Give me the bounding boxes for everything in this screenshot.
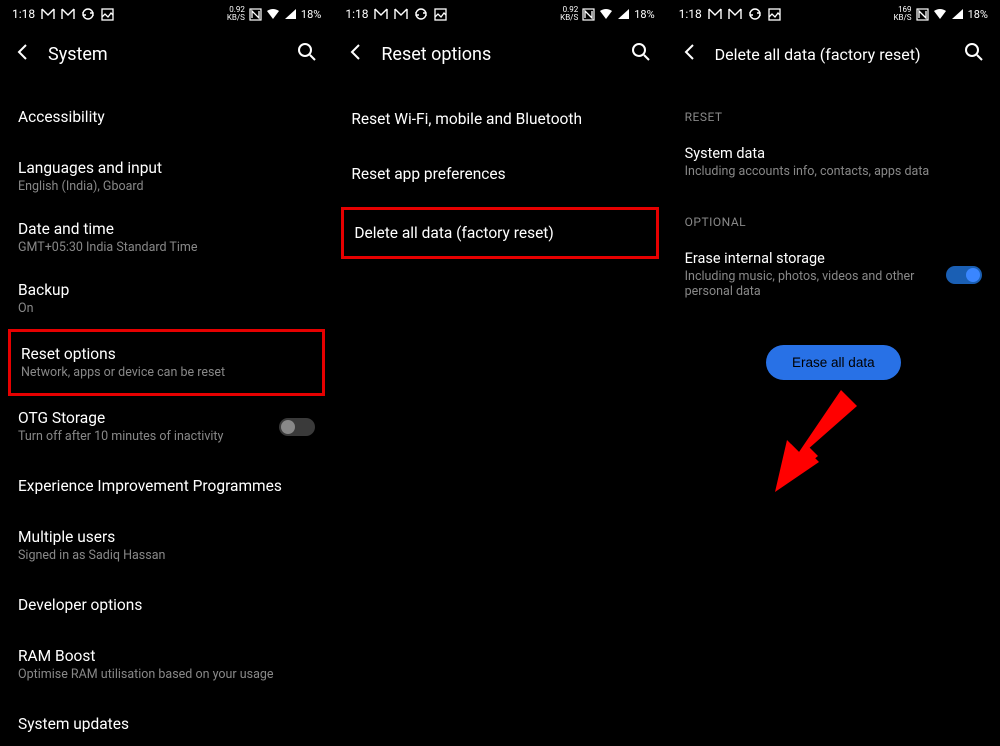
item-title: Multiple users bbox=[18, 528, 315, 546]
item-subtitle: Including music, photos, videos and othe… bbox=[685, 269, 935, 299]
gmail-icon bbox=[728, 8, 742, 20]
header: Reset options bbox=[333, 28, 666, 80]
item-title: Accessibility bbox=[18, 108, 315, 126]
item-system-updates[interactable]: System updates bbox=[18, 695, 315, 746]
gmail-icon bbox=[61, 8, 75, 20]
nfc-icon bbox=[916, 8, 929, 21]
wifi-icon bbox=[933, 8, 947, 20]
item-languages[interactable]: Languages and input English (India), Gbo… bbox=[18, 146, 315, 207]
page-title: Reset options bbox=[381, 44, 614, 65]
status-battery: 18% bbox=[301, 8, 321, 21]
wifi-icon bbox=[599, 8, 613, 20]
item-title: Erase internal storage bbox=[685, 250, 935, 267]
item-title: Reset options bbox=[21, 345, 312, 363]
search-icon[interactable] bbox=[964, 42, 984, 66]
erase-storage-toggle[interactable] bbox=[946, 266, 982, 284]
back-arrow-icon[interactable] bbox=[347, 43, 365, 65]
status-time: 1:18 bbox=[679, 7, 702, 21]
item-erase-storage[interactable]: Erase internal storage Including music, … bbox=[685, 237, 982, 305]
item-multiple-users[interactable]: Multiple users Signed in as Sadiq Hassan bbox=[18, 515, 315, 576]
item-developer[interactable]: Developer options bbox=[18, 576, 315, 634]
item-factory-reset[interactable]: Delete all data (factory reset) bbox=[341, 207, 658, 259]
item-title: Delete all data (factory reset) bbox=[354, 224, 645, 242]
signal-icon bbox=[617, 8, 630, 20]
page-title: Delete all data (factory reset) bbox=[715, 45, 948, 64]
status-data-rate: 0.92KB/S bbox=[560, 6, 578, 22]
annotation-arrow-icon bbox=[753, 384, 863, 498]
item-title: Date and time bbox=[18, 220, 315, 238]
sync-icon bbox=[414, 7, 428, 21]
status-data-rate: 169KB/S bbox=[894, 6, 912, 22]
status-battery: 18% bbox=[634, 8, 654, 21]
item-subtitle: Including accounts info, contacts, apps … bbox=[685, 164, 982, 179]
nfc-icon bbox=[582, 8, 595, 21]
screen-system: 1:18 0.92KB/S 18% bbox=[0, 0, 333, 741]
sync-icon bbox=[81, 7, 95, 21]
erase-all-data-button[interactable]: Erase all data bbox=[766, 345, 901, 380]
section-optional-label: OPTIONAL bbox=[685, 185, 982, 237]
item-title: Reset Wi-Fi, mobile and Bluetooth bbox=[351, 110, 648, 128]
item-experience[interactable]: Experience Improvement Programmes bbox=[18, 457, 315, 515]
signal-icon bbox=[951, 8, 964, 20]
item-reset-options[interactable]: Reset options Network, apps or device ca… bbox=[8, 329, 325, 396]
item-subtitle: Signed in as Sadiq Hassan bbox=[18, 548, 315, 563]
status-bar: 1:18 0.92KB/S 18% bbox=[0, 0, 333, 28]
sync-icon bbox=[748, 7, 762, 21]
status-battery: 18% bbox=[968, 8, 988, 21]
item-accessibility[interactable]: Accessibility bbox=[18, 80, 315, 146]
item-title: Backup bbox=[18, 281, 315, 299]
gmail-icon bbox=[41, 8, 55, 20]
image-icon bbox=[101, 8, 114, 21]
item-reset-app-pref[interactable]: Reset app preferences bbox=[351, 152, 648, 207]
gmail-icon bbox=[708, 8, 722, 20]
status-time: 1:18 bbox=[345, 7, 368, 21]
gmail-icon bbox=[374, 8, 388, 20]
back-arrow-icon[interactable] bbox=[14, 43, 32, 65]
item-title: OTG Storage bbox=[18, 409, 223, 427]
screen-factory-reset: 1:18 169KB/S 18% Delete all data (factor… bbox=[667, 0, 1000, 741]
item-subtitle: English (India), Gboard bbox=[18, 179, 315, 194]
item-subtitle: Optimise RAM utilisation based on your u… bbox=[18, 667, 315, 682]
screen-reset-options: 1:18 0.92KB/S 18% Reset options Reset Wi… bbox=[333, 0, 666, 741]
item-subtitle: Network, apps or device can be reset bbox=[21, 365, 312, 380]
item-title: System updates bbox=[18, 715, 315, 733]
wifi-icon bbox=[266, 8, 280, 20]
section-reset-label: RESET bbox=[685, 80, 982, 132]
item-subtitle: On bbox=[18, 301, 315, 316]
image-icon bbox=[768, 8, 781, 21]
gmail-icon bbox=[394, 8, 408, 20]
signal-icon bbox=[284, 8, 297, 20]
item-reset-wifi[interactable]: Reset Wi-Fi, mobile and Bluetooth bbox=[351, 80, 648, 152]
item-title: Reset app preferences bbox=[351, 165, 648, 183]
item-date-time[interactable]: Date and time GMT+05:30 India Standard T… bbox=[18, 207, 315, 268]
header: System bbox=[0, 28, 333, 80]
header: Delete all data (factory reset) bbox=[667, 28, 1000, 80]
image-icon bbox=[434, 8, 447, 21]
search-icon[interactable] bbox=[631, 42, 651, 66]
status-data-rate: 0.92KB/S bbox=[227, 6, 245, 22]
item-subtitle: GMT+05:30 India Standard Time bbox=[18, 240, 315, 255]
otg-toggle[interactable] bbox=[279, 418, 315, 436]
status-bar: 1:18 169KB/S 18% bbox=[667, 0, 1000, 28]
item-title: Experience Improvement Programmes bbox=[18, 477, 315, 495]
status-time: 1:18 bbox=[12, 7, 35, 21]
item-subtitle: Turn off after 10 minutes of inactivity bbox=[18, 429, 223, 444]
item-backup[interactable]: Backup On bbox=[18, 268, 315, 329]
item-title: Developer options bbox=[18, 596, 315, 614]
status-bar: 1:18 0.92KB/S 18% bbox=[333, 0, 666, 28]
nfc-icon bbox=[249, 8, 262, 21]
factory-reset-content: RESET System data Including accounts inf… bbox=[667, 80, 1000, 380]
item-ram-boost[interactable]: RAM Boost Optimise RAM utilisation based… bbox=[18, 634, 315, 695]
item-title: Languages and input bbox=[18, 159, 315, 177]
back-arrow-icon[interactable] bbox=[681, 43, 699, 65]
settings-content: Accessibility Languages and input Englis… bbox=[0, 80, 333, 746]
item-otg-storage[interactable]: OTG Storage Turn off after 10 minutes of… bbox=[18, 396, 315, 457]
page-title: System bbox=[48, 44, 281, 65]
item-title: System data bbox=[685, 145, 982, 162]
item-title: RAM Boost bbox=[18, 647, 315, 665]
search-icon[interactable] bbox=[297, 42, 317, 66]
item-system-data: System data Including accounts info, con… bbox=[685, 132, 982, 185]
reset-content: Reset Wi-Fi, mobile and Bluetooth Reset … bbox=[333, 80, 666, 259]
